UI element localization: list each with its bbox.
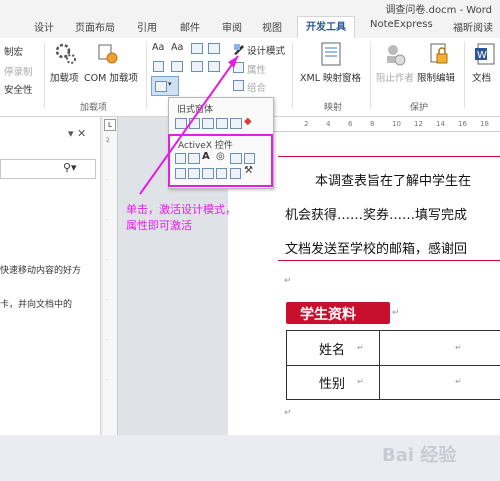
annotation-arrow: [139, 55, 239, 195]
arrow-head: [228, 56, 238, 68]
annotation-overlay: [139, 55, 239, 195]
watermark: Bai 经验: [382, 445, 457, 466]
annotation-callout: 单击，激活设计模式， 属性即可激活: [126, 203, 236, 232]
